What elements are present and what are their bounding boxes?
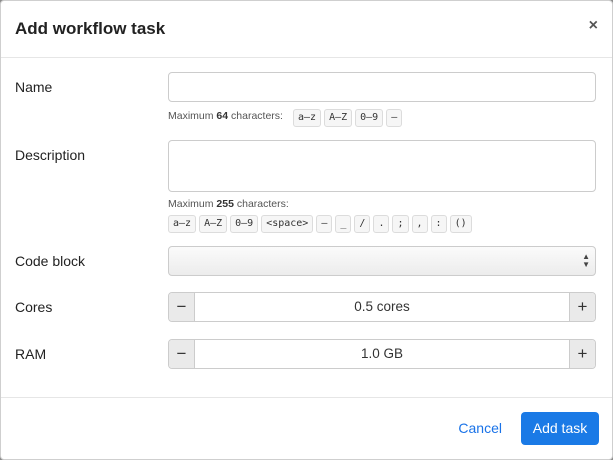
ram-value[interactable]: 1.0 GB [195, 340, 569, 368]
cores-increment-button[interactable]: + [569, 293, 595, 321]
name-chip: a–z [293, 109, 322, 127]
ram-label: RAM [15, 346, 47, 362]
description-chip: – [316, 215, 333, 233]
dialog-footer: Cancel Add task [1, 397, 612, 459]
description-hint: Maximum 255 characters: [168, 198, 289, 210]
dialog-title: Add workflow task [15, 19, 166, 38]
ram-decrement-button[interactable]: − [169, 340, 195, 368]
description-label: Description [15, 147, 86, 163]
name-allowed-characters: a–z A–Z 0–9– [293, 107, 405, 127]
add-workflow-task-dialog: Add workflow task × Name Maximum 64 char… [0, 0, 613, 460]
description-chip: <space> [261, 215, 314, 233]
name-hint-suffix: characters: [228, 110, 283, 122]
name-chip: – [386, 109, 403, 127]
cores-label: Cores [15, 299, 53, 315]
name-hint: Maximum 64 characters: [168, 110, 283, 122]
code-block-label: Code block [15, 253, 86, 269]
cancel-button[interactable]: Cancel [458, 420, 502, 436]
description-chip: _ [335, 215, 352, 233]
description-chip: A–Z [199, 215, 228, 233]
cores-decrement-button[interactable]: − [169, 293, 195, 321]
description-hint-suffix: characters: [233, 198, 289, 210]
name-hint-count: 64 [216, 110, 229, 122]
description-chip: ; [392, 215, 409, 233]
description-chip: () [449, 215, 472, 233]
description-hint-count: 255 [216, 198, 234, 210]
description-input[interactable] [168, 140, 596, 192]
cores-stepper: − 0.5 cores + [168, 292, 596, 322]
ram-increment-button[interactable]: + [569, 340, 595, 368]
ram-stepper: − 1.0 GB + [168, 339, 596, 369]
add-task-button[interactable]: Add task [521, 412, 599, 445]
name-chip: 0–9 [355, 109, 384, 127]
select-updown-icon: ▲ ▼ [582, 252, 590, 269]
description-hint-prefix: Maximum [168, 198, 217, 210]
name-hint-prefix: Maximum [168, 110, 217, 122]
description-chip: , [411, 215, 428, 233]
name-chip: A–Z [324, 109, 353, 127]
description-chip: a–z [168, 215, 197, 233]
name-label: Name [15, 79, 53, 95]
name-input[interactable] [168, 72, 596, 102]
description-chip: : [430, 215, 447, 233]
description-allowed-characters: a–z A–Z 0–9 <space> – _ /.;,:() [168, 213, 475, 233]
description-chip: 0–9 [230, 215, 259, 233]
cores-value[interactable]: 0.5 cores [195, 293, 569, 321]
description-chip: . [373, 215, 390, 233]
code-block-select[interactable]: ▲ ▼ [168, 246, 596, 276]
description-chip: / [354, 215, 371, 233]
dialog-header: Add workflow task × [1, 1, 612, 58]
close-icon[interactable]: × [589, 18, 598, 34]
